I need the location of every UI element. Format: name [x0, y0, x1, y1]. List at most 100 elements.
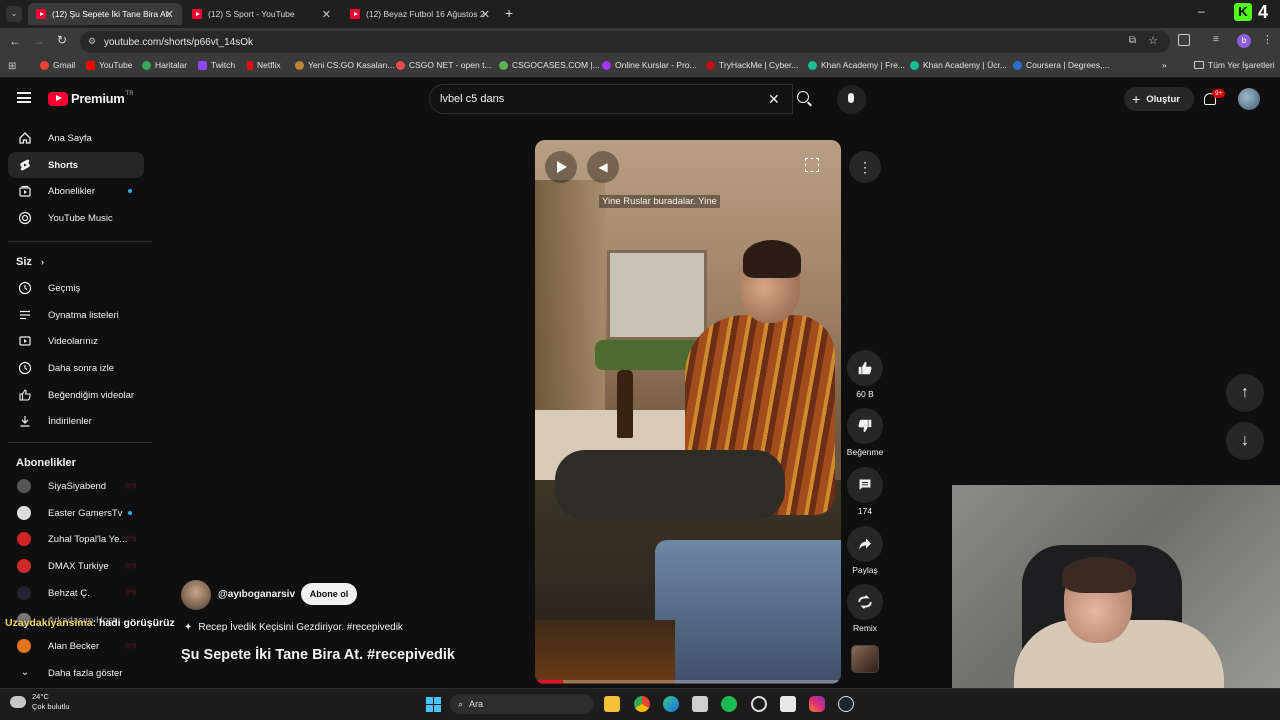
instagram-icon[interactable] [809, 696, 825, 712]
search-input[interactable]: lvbel c5 dans ✕ [429, 84, 793, 114]
sidebar-item-history[interactable]: Geçmiş [0, 275, 152, 301]
tab[interactable]: (12) Beyaz Futbol 16 Ağustos 2 ✕ [342, 3, 498, 25]
account-avatar[interactable] [1238, 88, 1260, 110]
channel-avatar[interactable] [181, 580, 211, 610]
previous-short-button[interactable]: ↑ [1226, 374, 1264, 412]
tryhackme-icon [706, 60, 715, 70]
store-icon[interactable] [692, 696, 708, 712]
voice-search-button[interactable] [837, 85, 866, 114]
sidebar-item-playlists[interactable]: Oynatma listeleri [0, 302, 152, 328]
sidebar-item-home[interactable]: Ana Sayfa [0, 125, 152, 151]
you-section-header[interactable]: Siz › [16, 256, 44, 268]
scene-carpet [535, 620, 675, 684]
fullscreen-button[interactable] [805, 158, 819, 172]
create-button[interactable]: + Oluştur [1124, 87, 1194, 111]
sound-thumbnail[interactable] [851, 645, 879, 673]
bookmark-gmail[interactable]: Gmail [40, 60, 75, 70]
bookmark-csgocases[interactable]: CSGOCASES.COM |... [499, 60, 600, 70]
bookmark-coursera[interactable]: Coursera | Degrees,... [1013, 60, 1109, 70]
apps-grid-icon[interactable]: ⊞ [8, 61, 16, 72]
spotify-icon[interactable] [721, 696, 737, 712]
corner-badge: 4 [1258, 2, 1269, 22]
subscription-easter-gamerstv[interactable]: Easter GamersTv [0, 500, 152, 526]
sidebar-item-downloads[interactable]: İndirilenler [0, 408, 152, 434]
more-options-button[interactable]: ⋮ [849, 151, 881, 183]
subscription-zuhal-topal[interactable]: Zuhal Topal'la Ye... ((•)) [0, 526, 152, 552]
sidebar-item-youtube-music[interactable]: YouTube Music [0, 205, 152, 231]
youtube-logo[interactable]: Premium TR [48, 91, 134, 106]
sidebar-item-shorts[interactable]: Shorts [8, 152, 144, 178]
close-tab-icon[interactable]: ✕ [165, 8, 174, 21]
comments-button[interactable] [847, 467, 883, 503]
subscription-alan-becker[interactable]: Alan Becker ((•)) [0, 633, 152, 659]
close-tab-icon[interactable]: ✕ [322, 8, 331, 21]
subscriptions-icon [19, 185, 31, 197]
mute-button[interactable]: ◀ [587, 151, 619, 183]
subscribe-button[interactable]: Abone ol [301, 583, 357, 605]
profile-avatar[interactable]: b [1237, 34, 1251, 48]
bookmark-youtube[interactable]: YouTube [86, 60, 132, 70]
new-tab-button[interactable]: + [505, 5, 513, 21]
subscription-dmax-turkiye[interactable]: DMAX Turkiye ((•)) [0, 553, 152, 579]
menu-kebab-icon[interactable]: ⋮ [1262, 33, 1273, 46]
channel-handle[interactable]: @ayıboganarsiv [218, 589, 295, 600]
bookmark-csgo-cases[interactable]: Yeni CS:GO Kasaları... [295, 60, 395, 70]
taskbar-search[interactable]: ⌕ Ara [450, 694, 594, 714]
dislike-button[interactable] [847, 408, 883, 444]
bookmark-star-icon[interactable]: ☆ [1148, 34, 1158, 47]
bookmark-netflix[interactable]: Netflix [247, 60, 281, 70]
bookmark-online-courses[interactable]: Online Kurslar - Pro... [602, 60, 697, 70]
tab-active[interactable]: (12) Şu Sepete İki Tane Bira At. ✕ [28, 3, 182, 25]
weather-widget[interactable]: 24°C Çok bulutlu [10, 692, 70, 712]
app-icon[interactable] [780, 696, 796, 712]
hamburger-menu-icon[interactable] [17, 92, 31, 103]
tab[interactable]: (12) S Sport - YouTube ✕ [184, 3, 339, 25]
forward-icon[interactable]: → [33, 34, 45, 48]
chrome-icon[interactable] [634, 696, 650, 712]
windows-start-icon[interactable] [426, 697, 441, 712]
bookmark-twitch[interactable]: Twitch [198, 60, 235, 70]
plus-icon: + [1132, 91, 1141, 107]
sidebar-item-subscriptions[interactable]: Abonelikler [0, 178, 152, 204]
site-info-icon[interactable]: ⚙ [88, 36, 96, 47]
subscription-siyasiyabend[interactable]: SiyaSiyabend ((•)) [0, 473, 152, 499]
channel-avatar [17, 639, 31, 653]
address-bar[interactable]: ⚙ youtube.com/shorts/p66vt_14sOk ⧉ ☆ [80, 31, 1170, 53]
bookmark-maps[interactable]: Haritalar [142, 60, 187, 70]
youtube-favicon-icon [192, 9, 202, 19]
file-explorer-icon[interactable] [604, 696, 620, 712]
extensions-icon[interactable] [1178, 34, 1190, 46]
steam-icon[interactable] [838, 696, 854, 712]
edge-icon[interactable] [663, 696, 679, 712]
show-more-button[interactable]: ⌄ Daha fazla göster [0, 660, 152, 686]
short-video-player[interactable]: Yine Ruslar buradalar. Yine ◀ [535, 140, 841, 684]
close-tab-icon[interactable]: ✕ [481, 8, 490, 21]
share-button[interactable] [847, 526, 883, 562]
like-button[interactable] [847, 350, 883, 386]
video-progress-bar[interactable] [535, 680, 841, 683]
bookmark-tryhackme[interactable]: TryHackMe | Cyber... [706, 60, 798, 70]
more-bookmarks-icon[interactable]: » [1162, 60, 1167, 70]
minimize-button[interactable]: – [1198, 4, 1205, 18]
subscription-behzat-c[interactable]: Behzat Ç. ((•)) [0, 580, 152, 606]
back-icon[interactable]: ← [9, 34, 21, 48]
scene-person-legs [555, 450, 785, 520]
bookmark-khan-paid[interactable]: Khan Academy | Ücr... [910, 60, 1007, 70]
remix-button[interactable] [847, 584, 883, 620]
install-app-icon[interactable]: ⧉ [1129, 35, 1136, 46]
tab-list-dropdown[interactable]: ⌄ [6, 6, 22, 22]
media-controls-icon[interactable]: ≡ [1213, 34, 1219, 45]
clear-search-icon[interactable]: ✕ [768, 91, 780, 108]
next-short-button[interactable]: ↓ [1226, 422, 1264, 460]
sidebar-item-watch-later[interactable]: Daha sonra izle [0, 355, 152, 381]
play-button[interactable] [545, 151, 577, 183]
all-bookmarks[interactable]: Tüm Yer İşaretleri [1194, 60, 1275, 70]
sidebar-item-your-videos[interactable]: Videolarınız [0, 328, 152, 354]
reload-icon[interactable]: ↻ [57, 33, 67, 47]
bookmark-khan-free[interactable]: Khan Academy | Fre... [808, 60, 905, 70]
chatgpt-icon[interactable] [751, 696, 767, 712]
bookmark-csgo-net[interactable]: CSGO NET - open t... [396, 60, 492, 70]
share-label: Paylaş [852, 565, 878, 575]
sidebar-item-liked-videos[interactable]: Beğendiğim videolar [0, 382, 152, 408]
weather-temp: 24°C [32, 692, 49, 701]
